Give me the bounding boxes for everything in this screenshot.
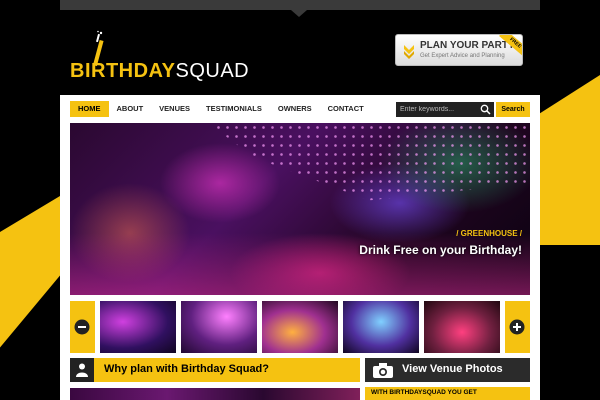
logo-text-squad: SQUAD — [175, 60, 250, 82]
hero-venue-tag: / GREENHOUSE / — [456, 229, 522, 238]
view-venue-photos-button[interactable]: View Venue Photos — [365, 358, 530, 382]
plan-party-title: PLAN YOUR PARTY — [420, 40, 515, 51]
carousel-prev-button[interactable] — [70, 301, 95, 353]
promo-box: WITH BIRTHDAYSQUAD YOU GET — [365, 387, 530, 400]
plus-circle-icon — [509, 319, 525, 335]
chevron-up-icon — [404, 45, 414, 59]
thumbnail-list — [100, 301, 500, 353]
nav-item-about[interactable]: ABOUT — [109, 101, 152, 117]
venue-thumbnail[interactable] — [181, 301, 257, 353]
user-icon-box — [70, 358, 94, 382]
hero-slider-image[interactable]: / GREENHOUSE / Drink Free on your Birthd… — [70, 123, 530, 295]
why-plan-title: Why plan with Birthday Squad? — [104, 363, 269, 375]
view-venue-photos-label: View Venue Photos — [402, 363, 503, 375]
main-content: HOME ABOUT VENUES TESTIMONIALS OWNERS CO… — [60, 95, 540, 400]
venue-thumbnail[interactable] — [100, 301, 176, 353]
site-logo[interactable]: BIRTHDAYSQUAD — [70, 30, 249, 82]
plan-your-party-button[interactable]: PLAN YOUR PARTY Get Expert Advice and Pl… — [395, 34, 523, 66]
hero-headline: Drink Free on your Birthday! — [359, 243, 522, 257]
carousel-next-button[interactable] — [505, 301, 530, 353]
top-bar-notch — [291, 10, 307, 17]
promo-text: WITH BIRTHDAYSQUAD YOU GET — [371, 389, 477, 396]
nav-item-venues[interactable]: VENUES — [151, 101, 198, 117]
venue-thumbnail[interactable] — [343, 301, 419, 353]
nav-item-testimonials[interactable]: TESTIMONIALS — [198, 101, 270, 117]
search-icon[interactable] — [480, 104, 491, 115]
why-plan-banner: Why plan with Birthday Squad? — [70, 358, 360, 382]
bottom-image-strip — [70, 388, 360, 400]
nav-item-contact[interactable]: CONTACT — [320, 101, 372, 117]
venue-thumbnail[interactable] — [424, 301, 500, 353]
nav-item-owners[interactable]: OWNERS — [270, 101, 320, 117]
user-icon — [76, 363, 88, 377]
main-nav: HOME ABOUT VENUES TESTIMONIALS OWNERS CO… — [70, 101, 372, 117]
camera-icon — [373, 363, 393, 378]
venue-thumbnail[interactable] — [262, 301, 338, 353]
minus-circle-icon — [74, 319, 90, 335]
nav-item-home[interactable]: HOME — [70, 101, 109, 117]
plan-party-subtitle: Get Expert Advice and Planning — [420, 53, 505, 59]
logo-text-birthday: BIRTHDAY — [70, 60, 176, 82]
thumbnail-carousel — [70, 301, 530, 353]
top-bar — [60, 0, 540, 10]
logo-text: BIRTHDAYSQUAD — [70, 60, 249, 82]
search-button[interactable]: Search — [496, 102, 530, 117]
